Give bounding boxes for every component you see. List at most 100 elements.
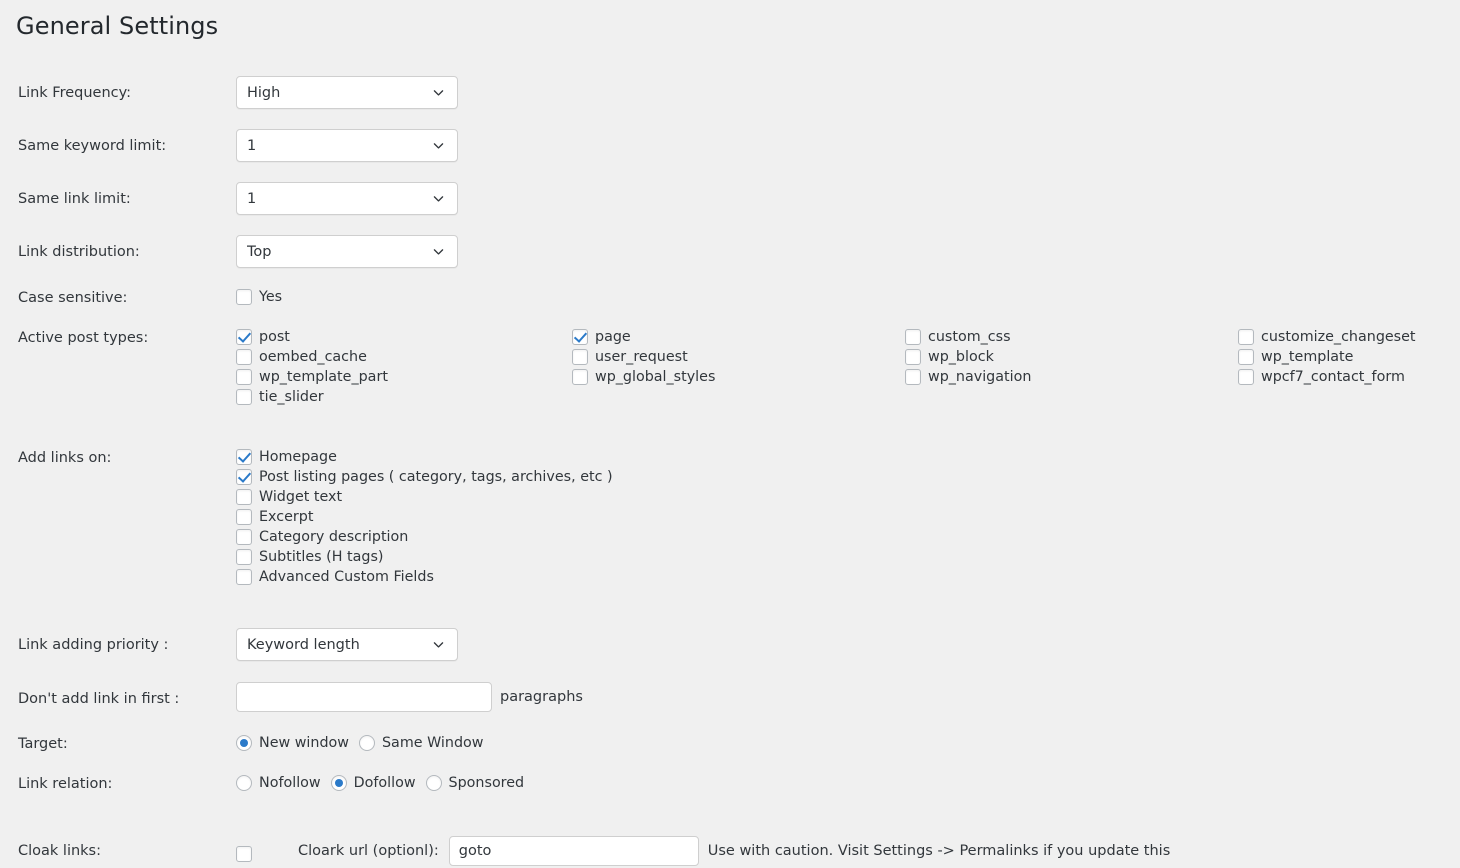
label-active-post-types: Active post types: bbox=[18, 330, 149, 346]
checkbox-box bbox=[1238, 349, 1254, 365]
checkbox-label: Subtitles (H tags) bbox=[259, 549, 384, 565]
label-link-frequency: Link Frequency: bbox=[18, 85, 132, 101]
checkbox-label: page bbox=[595, 329, 631, 345]
checkbox-post-type[interactable]: post bbox=[236, 329, 388, 345]
checkbox-box bbox=[572, 329, 588, 345]
radio-circle bbox=[330, 775, 347, 791]
radio-link-relation-option[interactable]: Dofollow bbox=[330, 775, 426, 791]
checkbox-box bbox=[572, 369, 588, 385]
radio-label: Same Window bbox=[381, 735, 484, 751]
checkbox-label: customize_changeset bbox=[1261, 329, 1416, 345]
radio-label: New window bbox=[259, 735, 349, 751]
checkbox-add-links-option[interactable]: Excerpt bbox=[236, 509, 613, 525]
page-title: General Settings bbox=[16, 12, 219, 40]
checkbox-label: Widget text bbox=[259, 489, 343, 505]
checkbox-case-sensitive[interactable]: Yes bbox=[236, 289, 282, 305]
checkbox-box bbox=[236, 329, 252, 345]
radio-circle bbox=[236, 775, 252, 791]
checkbox-add-links-option[interactable]: Subtitles (H tags) bbox=[236, 549, 613, 565]
checkbox-box bbox=[236, 489, 252, 505]
paragraphs-suffix-label: paragraphs bbox=[500, 689, 583, 705]
paragraphs-input[interactable] bbox=[236, 682, 492, 712]
post-types-column: customize_changeset wp_template wpcf7_cont… bbox=[1238, 329, 1416, 389]
checkbox-post-type[interactable]: wp_template bbox=[1238, 349, 1416, 365]
cloak-url-input[interactable] bbox=[448, 836, 699, 866]
checkbox-post-type[interactable]: user_request bbox=[572, 349, 715, 365]
checkbox-label: Homepage bbox=[259, 449, 337, 465]
checkbox-box bbox=[905, 369, 921, 385]
radio-target-option[interactable]: New window bbox=[236, 735, 359, 751]
radio-label: Nofollow bbox=[259, 775, 321, 791]
radio-link-relation-option[interactable]: Sponsored bbox=[425, 775, 535, 791]
checkbox-post-type[interactable]: tie_slider bbox=[236, 389, 388, 405]
label-same-link-limit: Same link limit: bbox=[18, 191, 131, 207]
select-link-frequency-value: High bbox=[247, 84, 281, 101]
select-link-adding-priority-value: Keyword length bbox=[247, 636, 360, 653]
label-case-sensitive: Case sensitive: bbox=[18, 290, 128, 306]
checkbox-post-type[interactable]: page bbox=[572, 329, 715, 345]
checkbox-box bbox=[236, 389, 252, 405]
select-link-distribution[interactable]: Top bbox=[236, 235, 458, 268]
checkbox-box bbox=[236, 449, 252, 465]
settings-page: General Settings Link Frequency: High Sa… bbox=[0, 0, 1460, 868]
checkbox-label: wp_global_styles bbox=[595, 369, 716, 385]
cloak-caution-note: Use with caution. Visit Settings -> Perm… bbox=[707, 843, 1171, 859]
checkbox-label: oembed_cache bbox=[259, 349, 367, 365]
checkbox-label: Category description bbox=[259, 529, 409, 545]
select-same-keyword-limit-value: 1 bbox=[247, 137, 257, 154]
checkbox-box bbox=[905, 349, 921, 365]
label-cloak-links: Cloak links: bbox=[18, 843, 101, 859]
checkbox-add-links-option[interactable]: Advanced Custom Fields bbox=[236, 569, 613, 585]
checkbox-post-type[interactable]: wpcf7_contact_form bbox=[1238, 369, 1416, 385]
checkbox-cloak-links[interactable] bbox=[236, 846, 252, 862]
chevron-down-icon bbox=[432, 638, 445, 651]
checkbox-add-links-option[interactable]: Category description bbox=[236, 529, 613, 545]
select-same-keyword-limit[interactable]: 1 bbox=[236, 129, 458, 162]
checkbox-label: Yes bbox=[259, 289, 283, 305]
checkbox-post-type[interactable]: custom_css bbox=[905, 329, 1031, 345]
post-types-column: page user_request wp_global_styles bbox=[572, 329, 715, 389]
label-dont-add-link-in-first: Don't add link in first : bbox=[18, 691, 180, 707]
radio-link-relation-option[interactable]: Nofollow bbox=[236, 775, 331, 791]
chevron-down-icon bbox=[432, 192, 445, 205]
checkbox-label: wpcf7_contact_form bbox=[1261, 369, 1405, 385]
checkbox-box bbox=[572, 349, 588, 365]
radio-target-option[interactable]: Same Window bbox=[358, 735, 493, 751]
label-link-adding-priority: Link adding priority : bbox=[18, 637, 169, 653]
checkbox-label: tie_slider bbox=[259, 389, 324, 405]
radio-circle bbox=[358, 735, 375, 751]
checkbox-box bbox=[236, 529, 252, 545]
checkbox-box bbox=[236, 569, 252, 585]
chevron-down-icon bbox=[432, 245, 445, 258]
checkbox-box bbox=[1238, 369, 1254, 385]
radio-label: Sponsored bbox=[448, 775, 525, 791]
checkbox-add-links-option[interactable]: Widget text bbox=[236, 489, 613, 505]
checkbox-post-type[interactable]: wp_global_styles bbox=[572, 369, 715, 385]
post-types-column: custom_css wp_block wp_navigation bbox=[905, 329, 1031, 389]
checkbox-label: user_request bbox=[595, 349, 688, 365]
checkbox-post-type[interactable]: wp_navigation bbox=[905, 369, 1031, 385]
checkbox-post-type[interactable]: wp_template_part bbox=[236, 369, 388, 385]
checkbox-add-links-option[interactable]: Post listing pages ( category, tags, arc… bbox=[236, 469, 613, 485]
checkbox-label: wp_navigation bbox=[928, 369, 1032, 385]
radio-label: Dofollow bbox=[353, 775, 416, 791]
label-link-distribution: Link distribution: bbox=[18, 244, 140, 260]
checkbox-box bbox=[1238, 329, 1254, 345]
checkbox-add-links-option[interactable]: Homepage bbox=[236, 449, 613, 465]
chevron-down-icon bbox=[432, 139, 445, 152]
checkbox-post-type[interactable]: customize_changeset bbox=[1238, 329, 1416, 345]
checkbox-post-type[interactable]: oembed_cache bbox=[236, 349, 388, 365]
select-same-link-limit[interactable]: 1 bbox=[236, 182, 458, 215]
checkbox-label: Advanced Custom Fields bbox=[259, 569, 434, 585]
target-radio-group: New window Same Window bbox=[236, 735, 493, 751]
select-link-frequency[interactable]: High bbox=[236, 76, 458, 109]
checkbox-box bbox=[905, 329, 921, 345]
select-link-distribution-value: Top bbox=[247, 243, 272, 260]
label-add-links-on: Add links on: bbox=[18, 450, 112, 466]
checkbox-box bbox=[236, 289, 252, 305]
checkbox-label: wp_template_part bbox=[259, 369, 388, 385]
checkbox-post-type[interactable]: wp_block bbox=[905, 349, 1031, 365]
checkbox-box bbox=[236, 509, 252, 525]
select-link-adding-priority[interactable]: Keyword length bbox=[236, 628, 458, 661]
checkbox-box bbox=[236, 349, 252, 365]
